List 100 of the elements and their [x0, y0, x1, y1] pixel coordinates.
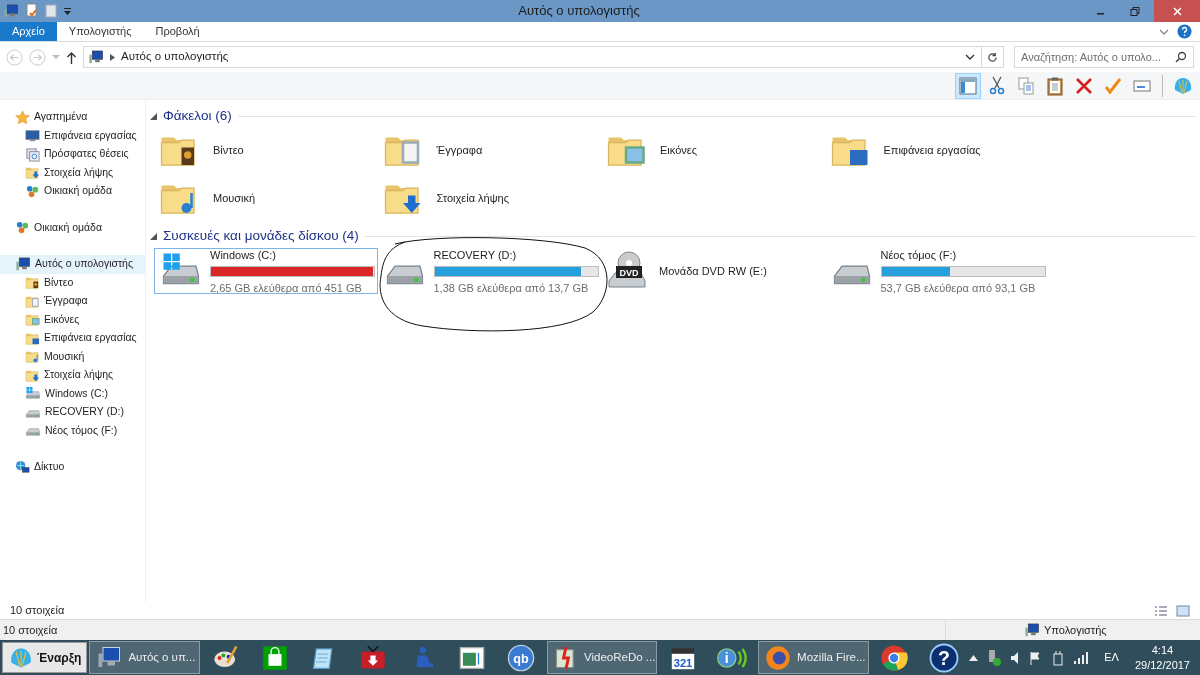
nav-item[interactable]: Επιφάνεια εργασίας — [0, 126, 145, 145]
windows-drive-icon — [25, 386, 41, 402]
tv-download-icon — [360, 644, 387, 671]
drive-tile[interactable]: Windows (C:) 2,65 GB ελεύθερα από 451 GB — [154, 248, 378, 294]
homegroup-icon — [25, 183, 40, 199]
computer-icon — [96, 645, 123, 670]
taskbar-button[interactable]: Αυτός ο υπ... — [89, 641, 200, 674]
drive-name: Νέος τόμος (F:) — [880, 247, 958, 262]
usb-check-icon[interactable] — [986, 648, 1003, 667]
taskbar-button[interactable]: Mozilla Fire... — [758, 641, 869, 674]
nav-item[interactable]: Βίντεο — [0, 273, 145, 292]
drive-name: Μονάδα DVD RW (E:) — [659, 264, 767, 278]
folder-tile[interactable]: Επιφάνεια εργασίας — [824, 126, 1048, 174]
caret-icon[interactable] — [63, 6, 72, 16]
folder-icon — [25, 275, 40, 291]
up-arrow-icon[interactable] — [969, 654, 979, 661]
pane-layout-icon[interactable] — [958, 75, 978, 96]
nav-item[interactable]: Δίκτυο — [0, 458, 145, 477]
computer-icon — [88, 49, 104, 65]
signal-bars-icon[interactable] — [1073, 651, 1089, 664]
homegroup-icon — [15, 220, 30, 236]
ribbon-tab[interactable]: Προβολή — [143, 22, 212, 41]
folder-icon — [25, 165, 40, 181]
collapse-triangle-icon[interactable] — [150, 232, 157, 240]
firefox-icon — [765, 644, 792, 671]
nav-item[interactable]: Οικιακή ομάδα — [0, 182, 145, 201]
start-button[interactable]: Έναρξη — [2, 642, 88, 673]
drive-tile[interactable]: DVD Μονάδα DVD RW (E:) — [601, 248, 825, 294]
free-space-text: 2,65 GB ελεύθερα από 451 GB — [210, 280, 363, 295]
refresh-icon[interactable] — [987, 51, 998, 63]
section-title: Συσκευές και μονάδες δίσκου (4) — [163, 226, 359, 245]
help-icon[interactable] — [1177, 24, 1192, 39]
document-check-icon — [25, 3, 39, 19]
nav-item[interactable]: Εικόνες — [0, 310, 145, 329]
computer-icon — [3, 3, 19, 19]
monitor-icon — [25, 128, 40, 144]
close-icon[interactable] — [1171, 5, 1183, 17]
nav-item[interactable]: Νέος τόμος (F:) — [0, 421, 145, 440]
language-indicator[interactable]: ΕΛ — [1104, 649, 1119, 666]
ribbon-tab[interactable]: Αρχείο — [0, 22, 57, 41]
nav-item[interactable]: Αγαπημένα — [0, 108, 145, 127]
item-count: 10 στοιχεία — [3, 622, 58, 638]
search-icon[interactable] — [1175, 51, 1187, 63]
taskbar-button[interactable]: VideoReDo ... — [547, 641, 658, 674]
star-icon — [15, 109, 30, 125]
delete-icon[interactable] — [1074, 75, 1094, 96]
help-icon: ? — [928, 642, 959, 673]
nav-item[interactable]: Στοιχεία λήψης — [0, 366, 145, 385]
recent-places-icon — [25, 146, 40, 162]
folder-tile[interactable]: Έγγραφα — [377, 126, 601, 174]
folder-tile[interactable]: Μουσική — [154, 174, 378, 222]
drive-tile[interactable]: RECOVERY (D:) 1,38 GB ελεύθερα από 13,7 GB — [377, 248, 601, 294]
clipboard-icon[interactable] — [1045, 75, 1065, 96]
folder-tile[interactable]: Εικόνες — [601, 126, 825, 174]
window-icon — [459, 644, 486, 671]
clock-date: 29/12/2017 — [1134, 657, 1190, 673]
nav-item[interactable]: Οικιακή ομάδα — [0, 218, 145, 237]
battery-plug-icon[interactable] — [1051, 649, 1066, 666]
item-count: 10 στοιχεία — [10, 603, 65, 619]
nav-item[interactable]: Επιφάνεια εργασίας — [0, 329, 145, 348]
folder-tile[interactable]: Στοιχεία λήψης — [377, 174, 601, 222]
nav-item[interactable]: Μουσική — [0, 347, 145, 366]
scissors-icon[interactable] — [987, 75, 1007, 96]
shopping-bag-icon — [261, 644, 288, 671]
restore-icon[interactable] — [1128, 5, 1140, 17]
nav-item[interactable]: Έγγραφα — [0, 292, 145, 311]
qbittorrent-icon: qb — [507, 643, 536, 672]
folder-tile[interactable]: Βίντεο — [154, 126, 378, 174]
nav-item[interactable]: RECOVERY (D:) — [0, 403, 145, 422]
free-space-text: 53,7 GB ελεύθερα από 93,1 GB — [880, 280, 1037, 295]
address-field[interactable]: Αυτός ο υπολογιστής — [83, 46, 1004, 68]
folder-icon — [25, 349, 40, 365]
location-label: Υπολογιστής — [1044, 622, 1107, 638]
collapse-triangle-icon[interactable] — [150, 112, 157, 120]
window-title: Αυτός ο υπολογιστής — [517, 2, 641, 21]
folder-icon — [45, 3, 57, 19]
nav-item[interactable]: Windows (C:) — [0, 384, 145, 403]
chevron-down-icon[interactable] — [965, 53, 975, 61]
clock-time: 4:14 — [1150, 642, 1175, 658]
nav-item[interactable]: Αυτός ο υπολογιστής — [0, 255, 145, 274]
nav-item[interactable]: Πρόσφατες θέσεις — [0, 145, 145, 164]
free-space-text: 1,38 GB ελεύθερα από 13,7 GB — [433, 280, 590, 295]
taskbar-button[interactable]: 321 — [659, 641, 707, 674]
drive-name: RECOVERY (D:) — [433, 247, 518, 262]
chrome-icon — [880, 643, 909, 672]
drive-tile[interactable]: Νέος τόμος (F:) 53,7 GB ελεύθερα από 93,1 GB — [824, 248, 1048, 294]
section-title: Φάκελοι (6) — [163, 106, 232, 125]
taskbar-button[interactable]: ? — [919, 641, 968, 674]
folder-icon — [25, 312, 40, 328]
up-arrow-icon[interactable] — [66, 50, 77, 64]
network-icon — [15, 459, 30, 475]
nav-item[interactable]: Στοιχεία λήψης — [0, 163, 145, 182]
drive-name: Windows (C:) — [210, 247, 277, 262]
search-field[interactable]: Αναζήτηση: Αυτός ο υπολο... — [1014, 46, 1194, 68]
computer-icon — [1024, 622, 1040, 638]
taskbar-button[interactable]: qb — [497, 641, 546, 674]
toolbar-divider — [1162, 74, 1163, 97]
ribbon-tab[interactable]: Υπολογιστής — [56, 22, 144, 41]
checkmark-icon[interactable] — [1103, 75, 1123, 96]
computer-icon — [15, 256, 31, 272]
